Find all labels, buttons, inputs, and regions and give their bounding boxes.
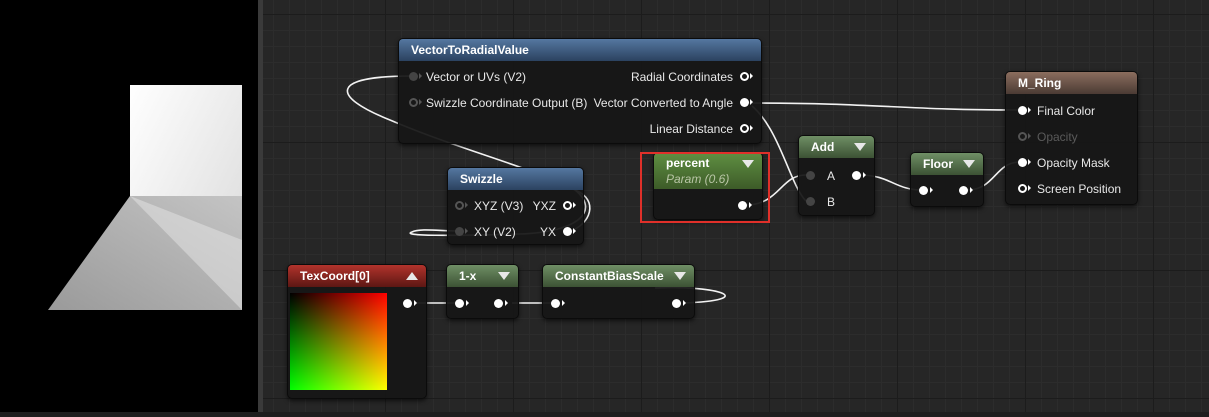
pin-arrow-icon: [562, 300, 565, 306]
node-header[interactable]: Add: [799, 136, 874, 158]
node-header[interactable]: 1-x: [447, 265, 518, 287]
pin-dot-icon[interactable]: [563, 227, 572, 236]
pin-dot-icon[interactable]: [740, 72, 749, 81]
node-vector-to-radial-value[interactable]: VectorToRadialValue Vector or UVs (V2) S…: [398, 38, 762, 144]
node-header[interactable]: Floor: [911, 153, 983, 175]
pin-arrow-icon: [750, 73, 753, 79]
pin-dot-icon[interactable]: [740, 124, 749, 133]
pin-arrow-icon: [573, 228, 576, 234]
node-add[interactable]: Add A B: [798, 135, 875, 216]
pin-xy-v2[interactable]: XY (V2): [474, 225, 516, 239]
collapse-arrow-icon[interactable]: [406, 272, 418, 280]
pin-swizzle-coordinate-output[interactable]: Swizzle Coordinate Output (B): [426, 96, 587, 110]
pin-arrow-icon: [683, 300, 686, 306]
pin-dot-icon[interactable]: [1018, 158, 1027, 167]
node-title: TexCoord[0]: [300, 269, 370, 283]
pin-xyz-v3[interactable]: XYZ (V3): [474, 199, 523, 213]
collapse-arrow-icon[interactable]: [854, 143, 866, 151]
pin-dot-icon[interactable]: [1018, 184, 1027, 193]
pin-opacity[interactable]: Opacity: [1037, 130, 1078, 144]
node-title: Swizzle: [460, 172, 503, 186]
pin-dot-icon[interactable]: [563, 201, 572, 210]
node-header[interactable]: M_Ring: [1006, 72, 1137, 94]
node-header[interactable]: TexCoord[0]: [288, 265, 426, 287]
node-one-minus-x[interactable]: 1-x: [446, 264, 519, 319]
node-floor[interactable]: Floor: [910, 152, 984, 207]
pin-yxz[interactable]: YXZ: [533, 199, 556, 213]
pin-arrow-icon: [930, 187, 933, 193]
node-title: ConstantBiasScale: [555, 269, 664, 283]
pin-screen-position[interactable]: Screen Position: [1037, 182, 1121, 196]
pin-dot-icon[interactable]: [806, 171, 815, 180]
node-title: Add: [811, 140, 835, 154]
node-header[interactable]: VectorToRadialValue: [399, 39, 761, 61]
pin-yx[interactable]: YX: [540, 225, 556, 239]
pin-b[interactable]: B: [827, 195, 835, 209]
pin-radial-coordinates[interactable]: Radial Coordinates: [631, 70, 733, 84]
pin-dot-icon[interactable]: [455, 299, 464, 308]
pin-linear-distance[interactable]: Linear Distance: [650, 122, 733, 136]
pin-dot-icon[interactable]: [740, 98, 749, 107]
pin-opacity-mask[interactable]: Opacity Mask: [1037, 156, 1110, 170]
pin-arrow-icon: [1028, 185, 1031, 191]
pin-dot-icon[interactable]: [551, 299, 560, 308]
material-preview-viewport[interactable]: [0, 0, 258, 412]
pin-arrow-icon: [414, 300, 417, 306]
node-swizzle[interactable]: Swizzle XYZ (V3) XY (V2) YXZ YX: [447, 167, 584, 245]
collapse-arrow-icon[interactable]: [498, 272, 510, 280]
pin-arrow-icon: [750, 125, 753, 131]
preview-render: [48, 85, 242, 310]
pin-arrow-icon: [419, 99, 422, 105]
pin-arrow-icon: [573, 202, 576, 208]
pin-arrow-icon: [970, 187, 973, 193]
node-constant-bias-scale[interactable]: ConstantBiasScale: [542, 264, 695, 319]
pin-arrow-icon: [1028, 159, 1031, 165]
pin-arrow-icon: [465, 202, 468, 208]
pin-vector-or-uvs[interactable]: Vector or UVs (V2): [426, 70, 526, 84]
node-m-ring[interactable]: M_Ring Final Color Opacity Opacity Mask …: [1005, 71, 1138, 205]
pin-dot-icon[interactable]: [403, 299, 412, 308]
pin-arrow-icon: [1028, 133, 1031, 139]
node-title: M_Ring: [1018, 76, 1062, 90]
pin-dot-icon[interactable]: [672, 299, 681, 308]
pin-dot-icon[interactable]: [959, 186, 968, 195]
pin-dot-icon[interactable]: [409, 72, 418, 81]
pin-dot-icon[interactable]: [852, 171, 861, 180]
pin-arrow-icon: [863, 172, 866, 178]
pin-arrow-icon: [419, 73, 422, 79]
texcoord-preview-thumbnail: [290, 293, 387, 390]
pin-dot-icon[interactable]: [919, 186, 928, 195]
collapse-arrow-icon[interactable]: [963, 160, 975, 168]
selection-highlight-box: [640, 152, 770, 223]
pin-dot-icon[interactable]: [494, 299, 503, 308]
pin-arrow-icon: [505, 300, 508, 306]
pin-final-color[interactable]: Final Color: [1037, 104, 1095, 118]
pin-dot-icon[interactable]: [1018, 106, 1027, 115]
pin-a[interactable]: A: [827, 169, 835, 183]
node-title: VectorToRadialValue: [411, 43, 529, 57]
pin-dot-icon[interactable]: [455, 201, 464, 210]
collapse-arrow-icon[interactable]: [674, 272, 686, 280]
node-header[interactable]: ConstantBiasScale: [543, 265, 694, 287]
pin-dot-icon[interactable]: [1018, 132, 1027, 141]
node-title: 1-x: [459, 269, 477, 283]
pin-arrow-icon: [750, 99, 753, 105]
pin-dot-icon[interactable]: [455, 227, 464, 236]
pin-dot-icon[interactable]: [409, 98, 418, 107]
node-title: Floor: [923, 157, 953, 171]
pin-arrow-icon: [1028, 107, 1031, 113]
pin-arrow-icon: [466, 300, 469, 306]
pin-vector-converted-to-angle[interactable]: Vector Converted to Angle: [594, 96, 733, 110]
pin-arrow-icon: [465, 228, 468, 234]
node-header[interactable]: Swizzle: [448, 168, 583, 190]
pin-dot-icon[interactable]: [806, 197, 815, 206]
